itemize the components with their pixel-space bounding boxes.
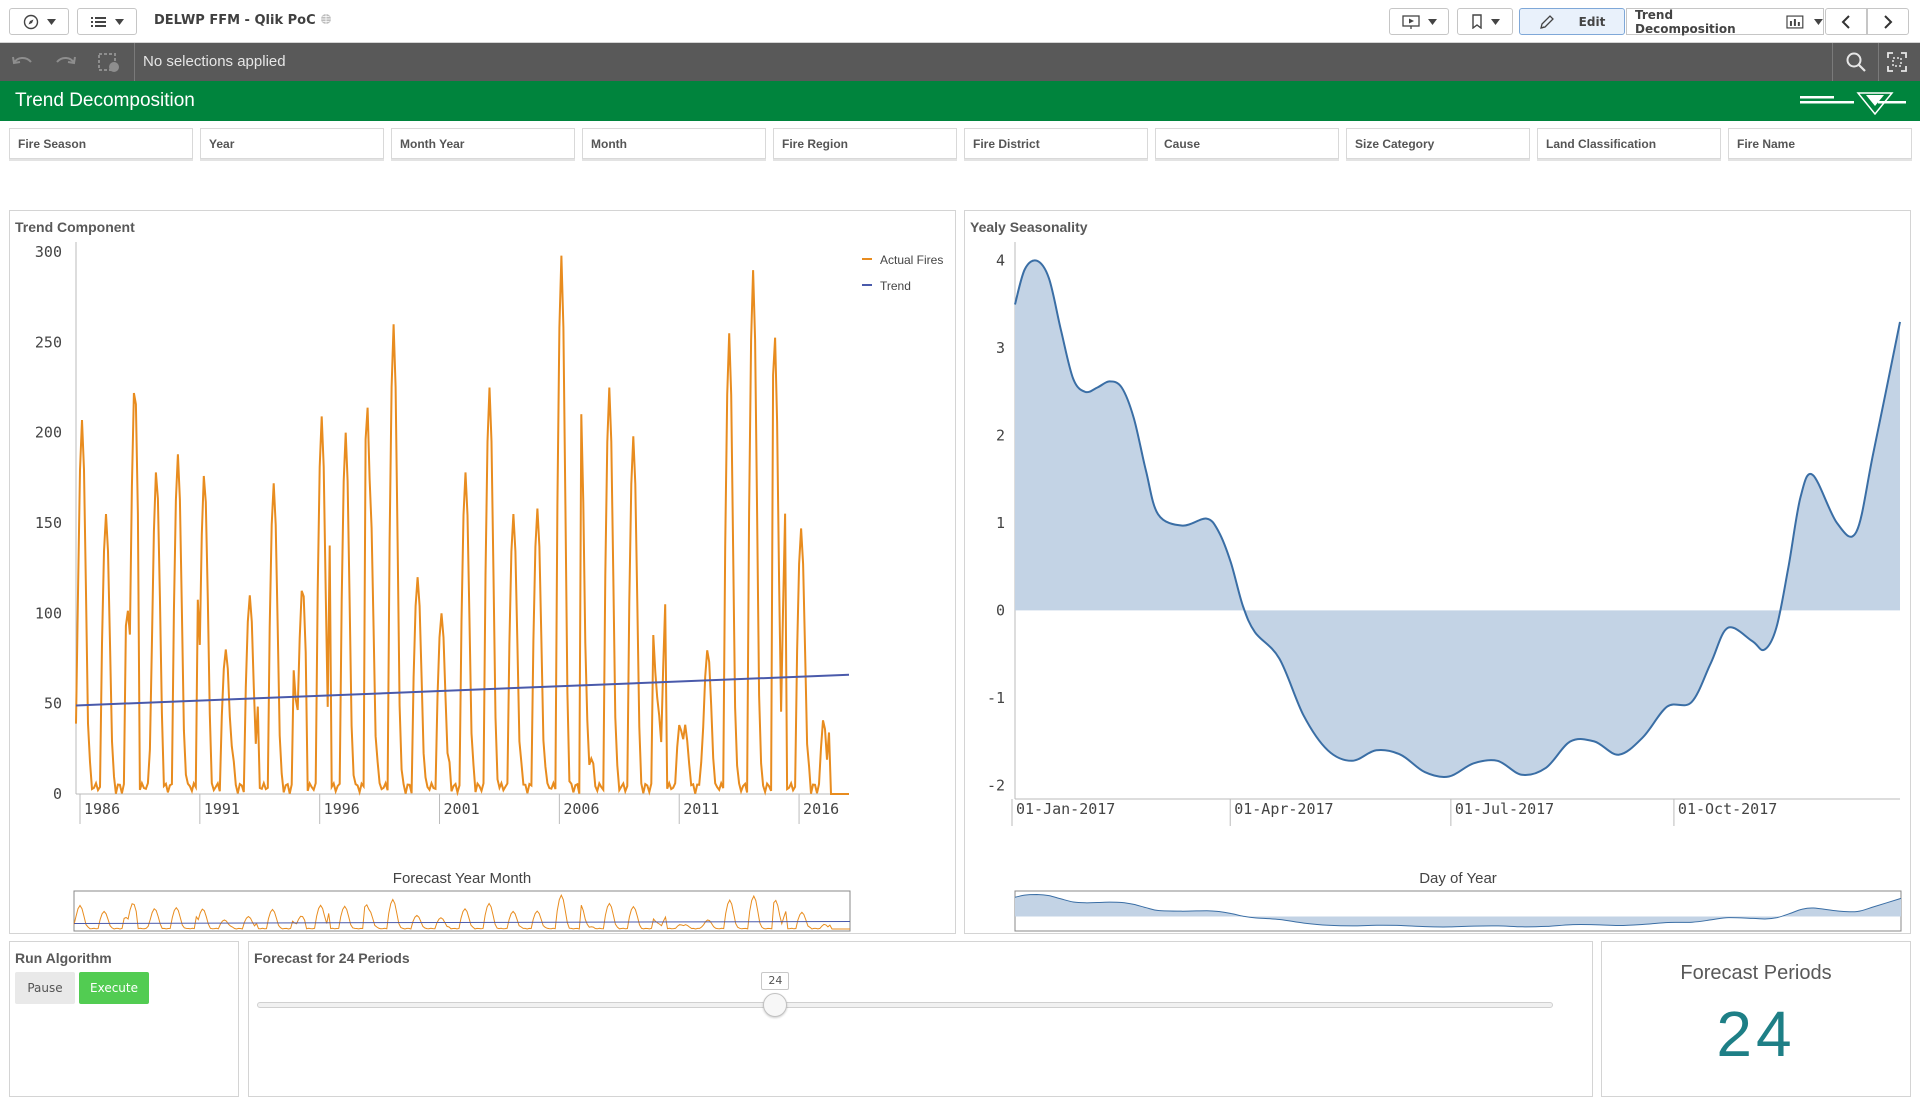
filter-land-classification[interactable]: Land Classification	[1537, 128, 1721, 159]
y-tick-label: 3	[996, 339, 1005, 357]
filter-month[interactable]: Month	[582, 128, 766, 159]
yearly-seasonality-panel: Yealy Seasonality -2 -1 0 1 2 3 4 01-Jan-2017 01…	[964, 210, 1911, 934]
yearly-seasonality-chart[interactable]: -2 -1 0 1 2 3 4 01-Jan-2017 01-Apr-2017 01-Jul-20…	[965, 211, 1912, 935]
divider	[1832, 43, 1833, 81]
seasonality-area	[1015, 260, 1900, 777]
x-tick-label: 2011	[683, 800, 719, 818]
edit-label: Edit	[1578, 14, 1606, 29]
clear-selections-icon[interactable]	[96, 51, 122, 73]
forecast-slider-panel: Forecast for 24 Periods 24	[248, 941, 1593, 1097]
filter-fire-season[interactable]: Fire Season	[9, 128, 193, 159]
navigation-menu-button[interactable]	[77, 8, 137, 35]
logo-graphic	[1800, 92, 1906, 116]
chevron-down-icon	[1814, 18, 1823, 25]
y-tick-label: 2	[996, 427, 1005, 445]
forest-fire-management-logo	[1800, 89, 1906, 116]
global-menu-button[interactable]	[9, 8, 69, 35]
forecast-periods-kpi: Forecast Periods 24	[1601, 941, 1911, 1097]
y-tick-label: 150	[35, 514, 62, 532]
top-toolbar: DELWP FFM - Qlik PoC Edit Trend Decompos…	[0, 0, 1920, 43]
next-sheet-button[interactable]	[1867, 8, 1909, 35]
filter-month-year[interactable]: Month Year	[391, 128, 575, 159]
y-tick-label: 0	[53, 785, 62, 803]
globe-icon	[321, 14, 332, 24]
filter-year[interactable]: Year	[200, 128, 384, 159]
previous-sheet-button[interactable]	[1825, 8, 1867, 35]
list-icon	[90, 16, 106, 27]
compass-icon	[23, 14, 38, 29]
run-algorithm-panel: Run Algorithm Pause Execute	[9, 941, 239, 1097]
filter-size-category[interactable]: Size Category	[1346, 128, 1530, 159]
x-tick-label: 01-Jul-2017	[1455, 800, 1554, 818]
x-tick-label: 01-Oct-2017	[1678, 800, 1777, 818]
x-tick-label: 1986	[84, 800, 120, 818]
trend-component-chart[interactable]: 0 50 100 150 200 250 300 1986 1991 1996 2001 2006 20…	[10, 211, 957, 935]
pencil-icon	[1539, 14, 1554, 29]
story-button[interactable]	[1389, 8, 1449, 35]
slider-handle[interactable]	[763, 993, 788, 1017]
y-tick-label: 4	[996, 252, 1005, 270]
panel-title: Forecast for 24 Periods	[254, 950, 410, 966]
app-title-text: DELWP FFM - Qlik PoC	[154, 13, 316, 28]
step-forward-icon[interactable]	[52, 51, 78, 73]
step-back-icon[interactable]	[10, 51, 36, 73]
chevron-down-icon	[46, 18, 56, 25]
selections-bar: No selections applied	[0, 43, 1920, 81]
bookmark-icon	[1471, 14, 1482, 29]
y-tick-label: -2	[987, 776, 1005, 794]
sheet-name-label: Trend Decomposition	[1635, 7, 1736, 36]
chevron-down-icon	[114, 18, 124, 25]
kpi-label: Forecast Periods	[1680, 962, 1832, 984]
legend-label: Actual Fires	[880, 253, 943, 267]
kpi-value: 24	[1716, 998, 1796, 1070]
x-tick-label: 1991	[204, 800, 240, 818]
trend-line	[75, 673, 850, 707]
y-tick-label: -1	[987, 689, 1005, 707]
y-tick-label: 100	[35, 604, 62, 622]
x-tick-label: 2001	[444, 800, 480, 818]
actual-fires-line	[75, 255, 849, 797]
app-title: DELWP FFM - Qlik PoC	[154, 13, 332, 28]
selections-status: No selections applied	[143, 53, 286, 70]
chevron-down-icon	[1490, 18, 1500, 25]
sheet-icon	[1786, 14, 1804, 29]
filter-fire-region[interactable]: Fire Region	[773, 128, 957, 159]
chevron-right-icon	[1884, 14, 1893, 29]
x-tick-label: 01-Jan-2017	[1016, 800, 1115, 818]
chevron-down-icon	[1427, 18, 1437, 25]
x-axis-title: Day of Year	[1419, 870, 1497, 887]
y-tick-label: 300	[35, 243, 62, 261]
y-tick-label: 200	[35, 424, 62, 442]
x-tick-label: 2006	[563, 800, 599, 818]
presentation-icon	[1401, 14, 1420, 29]
sheet-title: Trend Decomposition	[15, 90, 195, 111]
sheet-header: Trend Decomposition	[0, 81, 1920, 121]
bookmarks-button[interactable]	[1457, 8, 1513, 35]
selections-tool-icon[interactable]	[1886, 51, 1908, 73]
search-icon[interactable]	[1845, 51, 1867, 73]
legend-label: Trend	[880, 279, 911, 293]
chevron-left-icon	[1841, 14, 1850, 29]
slider-value-tooltip: 24	[761, 972, 790, 990]
sheet-name-menu[interactable]: Trend Decomposition	[1626, 7, 1824, 36]
x-axis-title: Forecast Year Month	[393, 870, 531, 887]
divider	[134, 43, 135, 81]
filter-cause[interactable]: Cause	[1155, 128, 1339, 159]
y-tick-label: 1	[996, 514, 1005, 532]
y-tick-label: 50	[44, 695, 62, 713]
pause-button[interactable]: Pause	[15, 972, 75, 1004]
x-tick-label: 01-Apr-2017	[1234, 800, 1333, 818]
filter-fire-district[interactable]: Fire District	[964, 128, 1148, 159]
x-tick-label: 1996	[324, 800, 360, 818]
edit-button[interactable]: Edit	[1519, 8, 1625, 35]
trend-component-panel: Trend Component 0 50 100 150 200 250 300 1986 19…	[9, 210, 956, 934]
divider	[1878, 43, 1879, 81]
x-tick-label: 2016	[803, 800, 839, 818]
y-tick-label: 0	[996, 601, 1005, 619]
filter-fire-name[interactable]: Fire Name	[1728, 128, 1912, 159]
y-tick-label: 250	[35, 333, 62, 351]
execute-button[interactable]: Execute	[79, 972, 149, 1004]
panel-title: Run Algorithm	[15, 950, 112, 966]
slider-track[interactable]	[257, 1002, 1553, 1008]
